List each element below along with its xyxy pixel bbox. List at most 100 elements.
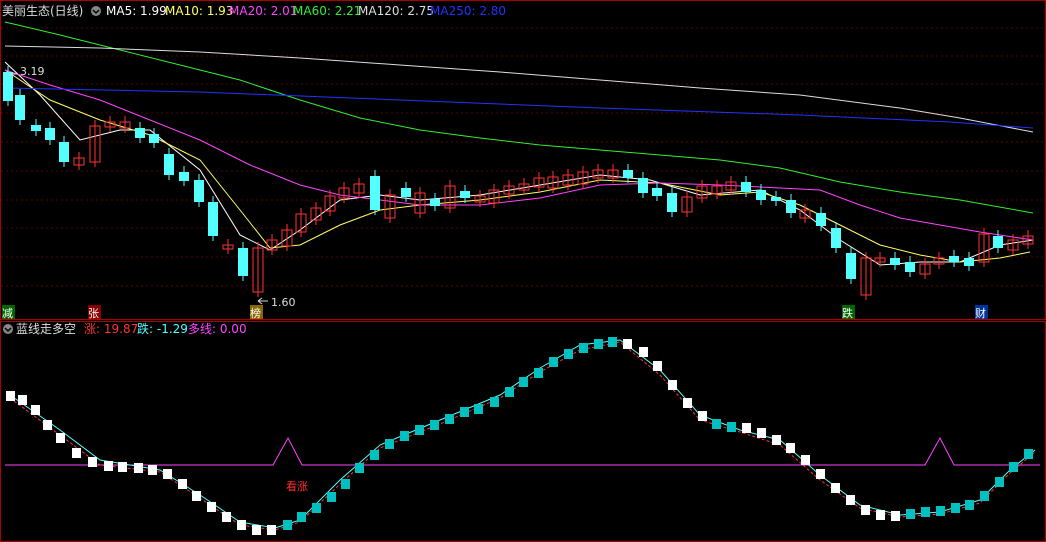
event-tag-jian[interactable]: 减: [2, 307, 13, 320]
fall-curve: [9, 339, 1036, 529]
sub-title: 蓝线走多空: [16, 322, 76, 336]
collapse-icon[interactable]: [91, 6, 101, 16]
indicator-bar-up: [415, 425, 424, 435]
indicator-bar-up: [1009, 462, 1018, 472]
indicator-bar-down: [816, 469, 825, 479]
indicator-bar-down: [846, 495, 855, 505]
indicator-bar-down: [876, 510, 885, 520]
candle-body-down: [638, 178, 648, 193]
sub-panel-frame: [0, 321, 1046, 542]
candle-body-down: [31, 125, 41, 131]
indicator-bar-up: [370, 450, 379, 460]
indicator-bar-down: [178, 479, 187, 489]
indicator-bar-down: [56, 433, 65, 443]
bull-line: [5, 436, 1040, 466]
ma5-line: [4, 61, 1034, 266]
candle-body-down: [135, 128, 145, 138]
indicator-bar-down: [222, 512, 231, 522]
candle-body-down: [890, 258, 900, 265]
candle-body-down: [846, 253, 856, 279]
indicator-bar-down: [43, 420, 52, 430]
indicator-bar-down: [891, 511, 900, 521]
indicator-bar-down: [148, 465, 157, 475]
event-tag-die[interactable]: 跌: [842, 306, 853, 320]
ma120-label: MA120: 2.75: [358, 4, 434, 18]
indicator-bar-up: [594, 339, 603, 349]
kline-chart[interactable]: 美丽生态(日线) MA5: 1.99 MA10: 1.93 MA20: 2.01…: [0, 0, 1046, 542]
indicator-bar-down: [88, 457, 97, 467]
rise-curve: [9, 341, 1036, 531]
indicator-bar-down: [237, 520, 246, 530]
ma10-line: [4, 69, 1031, 263]
bull-line-label: 多线: 0.00: [188, 322, 247, 336]
low-arrow-icon: [257, 297, 268, 305]
indicator-bar-up: [727, 422, 736, 432]
candle-body-down: [179, 172, 189, 181]
candle-body-down: [59, 142, 69, 162]
indicator-bar-up: [534, 368, 543, 378]
indicator-bar-down: [639, 347, 648, 357]
indicator-bar-up: [906, 509, 915, 519]
indicator-bar-up: [283, 520, 292, 530]
ma250-label: MA250: 2.80: [430, 4, 506, 18]
stock-chart-window[interactable]: 美丽生态(日线) MA5: 1.99 MA10: 1.93 MA20: 2.01…: [0, 0, 1046, 542]
event-tags: 减 张 榜 跌 财: [2, 305, 988, 320]
indicator-bar-up: [430, 420, 439, 430]
indicator-bar-down: [757, 428, 766, 438]
candle-body-down: [401, 188, 411, 197]
indicator-bar-up: [297, 512, 306, 522]
indicator-bar-up: [400, 431, 409, 441]
ma10-label: MA10: 1.93: [165, 4, 233, 18]
main-panel-frame: [0, 0, 1046, 320]
indicator-bar-down: [786, 443, 795, 453]
indicator-bar-down: [192, 491, 201, 501]
indicator-bar-up: [921, 507, 930, 517]
candle-body-down: [756, 190, 766, 200]
ma20-line: [4, 69, 1034, 241]
stock-title: 美丽生态(日线): [2, 4, 83, 18]
signal-label: 看涨: [286, 479, 308, 493]
indicator-bar-up: [1024, 449, 1033, 459]
candle-body-down: [430, 199, 440, 206]
candle-body-down: [238, 248, 248, 276]
indicator-bar-down: [831, 483, 840, 493]
indicator-bar-up: [579, 343, 588, 353]
indicator-bar-up: [608, 337, 617, 347]
event-tag-zhang[interactable]: 张: [88, 307, 99, 320]
candle-body-down: [149, 134, 159, 143]
indicator-bar-up: [312, 503, 321, 513]
indicator-bar-up: [995, 477, 1004, 487]
indicator-bar-down: [668, 380, 677, 390]
indicator-bar-down: [134, 463, 143, 473]
ma20-label: MA20: 2.01: [229, 4, 297, 18]
candle-body-down: [771, 197, 781, 201]
indicator-bar-up: [474, 404, 483, 414]
indicator-bar-down: [18, 395, 27, 405]
indicator-bar-down: [861, 505, 870, 515]
indicator-bar-up: [490, 397, 499, 407]
indicator-bar-down: [623, 339, 632, 349]
indicator-bar-down: [252, 525, 261, 535]
indicator-bar-down: [31, 405, 40, 415]
indicator-bar-down: [683, 398, 692, 408]
moving-average-lines: [4, 21, 1034, 266]
indicator-bar-up: [980, 491, 989, 501]
candle-body-down: [993, 236, 1003, 248]
indicator-bar-up: [712, 419, 721, 429]
collapse-icon[interactable]: [3, 324, 13, 334]
indicator-bar-up: [445, 414, 454, 424]
ma250-line: [4, 87, 1034, 129]
candle-body-down: [667, 193, 677, 212]
candle-body-down: [949, 256, 959, 262]
candle-body-down: [460, 191, 470, 198]
candle-body-down: [370, 176, 380, 210]
event-tag-bang[interactable]: 榜: [250, 306, 261, 320]
indicator-bar-down: [6, 391, 15, 401]
indicator-bar-up: [341, 479, 350, 489]
candle-body-down: [3, 72, 13, 101]
price-low-label: 1.60: [271, 296, 296, 309]
candle-body-down: [831, 228, 841, 248]
candle-body-down: [15, 95, 25, 120]
event-tag-cai[interactable]: 财: [975, 306, 986, 320]
indicator-bar-up: [505, 387, 514, 397]
